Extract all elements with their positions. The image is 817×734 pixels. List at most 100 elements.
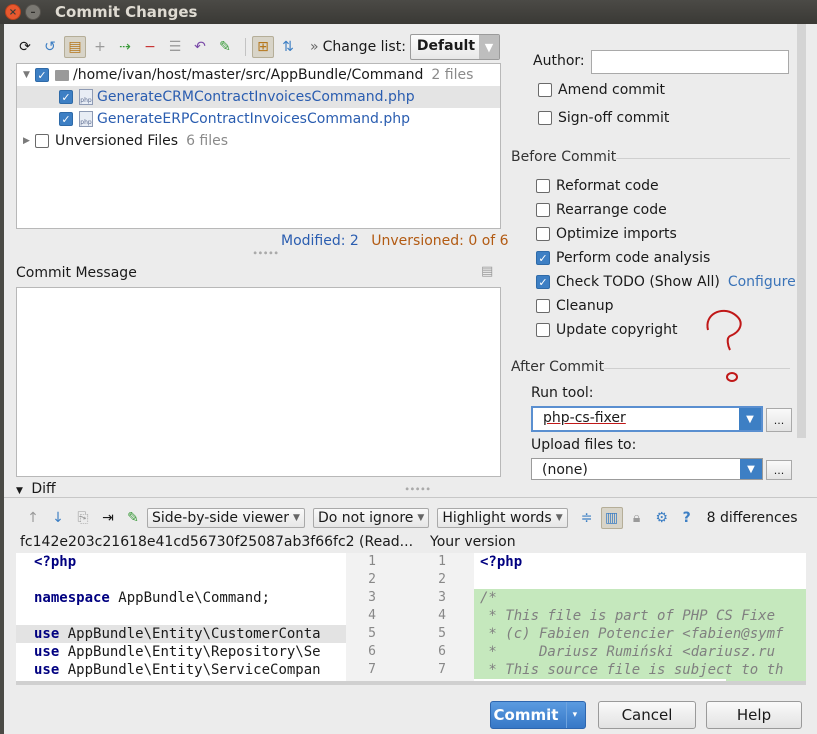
refresh-icon[interactable]: ⟳ (14, 36, 36, 58)
right-line-number: 5 (438, 626, 446, 641)
code-line: * This source file is subject to th (474, 661, 806, 679)
file-checkbox[interactable]: ✓ (59, 90, 73, 104)
amend-option[interactable]: Amend commit (538, 82, 665, 98)
highlight-dropdown[interactable]: Highlight words ▼ (437, 508, 568, 528)
upload-select[interactable]: (none) ▼ (531, 458, 763, 480)
check-todo-option[interactable]: ✓ Check TODO (Show All) Configure (536, 274, 796, 290)
viewer-dropdown[interactable]: Side-by-side viewer ▼ (147, 508, 305, 528)
commit-options-arrow[interactable]: ▾ (566, 702, 582, 728)
arrow-down-icon[interactable]: ↓ (47, 507, 69, 529)
reformat-checkbox[interactable] (536, 179, 550, 193)
copy-icon[interactable]: ⎘ (72, 507, 94, 529)
right-line-number: 6 (438, 644, 446, 659)
file-row[interactable]: ✓ php GenerateERPContractInvoicesCommand… (17, 108, 500, 130)
cleanup-label: Cleanup (556, 298, 614, 314)
left-revision: fc142e203c21618e41cd56730f25087ab3f66fc2… (20, 534, 414, 550)
arrow-up-icon[interactable]: ↑ (22, 507, 44, 529)
author-label: Author: (533, 53, 585, 69)
modified-count: Modified: 2 (281, 233, 359, 249)
code-line: * This file is part of PHP CS Fixe (474, 607, 806, 625)
collapse-triangle-icon[interactable]: ▶ (23, 136, 35, 146)
ignore-dropdown[interactable]: Do not ignore ▼ (312, 508, 430, 528)
optimize-imports-label: Optimize imports (556, 226, 677, 242)
rearrange-label: Rearrange code (556, 202, 667, 218)
minimize-window-button[interactable]: – (25, 4, 41, 20)
group-by-icon[interactable]: ▤ (64, 36, 86, 58)
splitter-grip[interactable]: ∙∙∙∙∙ (404, 484, 431, 495)
help-icon[interactable]: ? (676, 507, 698, 529)
signoff-option[interactable]: Sign-off commit (538, 110, 669, 126)
unversioned-checkbox[interactable] (35, 134, 49, 148)
left-editor[interactable]: <?php namespace AppBundle\Command; use A… (16, 553, 346, 681)
collapse-unchanged-icon[interactable]: ≑ (576, 507, 598, 529)
edit-icon[interactable]: ✎ (122, 507, 144, 529)
cleanup-option[interactable]: Cleanup (536, 298, 614, 314)
expand-triangle-icon[interactable]: ▼ (23, 70, 35, 80)
settings-icon[interactable]: ⚙ (651, 507, 673, 529)
splitter[interactable] (4, 497, 817, 498)
file-row[interactable]: ✓ php GenerateCRMContractInvoicesCommand… (17, 86, 500, 108)
expand-icon[interactable]: ⊞ (252, 36, 274, 58)
configure-link[interactable]: Configure (728, 274, 796, 290)
move-icon[interactable]: ⇢ (114, 36, 136, 58)
run-tool-browse-button[interactable]: ... (766, 408, 792, 432)
upload-browse-button[interactable]: ... (766, 460, 792, 480)
rearrange-option[interactable]: Rearrange code (536, 202, 667, 218)
cleanup-checkbox[interactable] (536, 299, 550, 313)
folder-checkbox[interactable]: ✓ (35, 68, 49, 82)
rollback-icon[interactable]: ↺ (39, 36, 61, 58)
add-icon[interactable]: + (89, 36, 111, 58)
chevron-down-icon: ▼ (555, 513, 563, 523)
diff-scrollbar[interactable] (16, 681, 806, 685)
commit-message-input[interactable] (16, 287, 501, 477)
changelist-select[interactable]: Default ▼ (409, 34, 500, 60)
sync-scroll-icon[interactable]: ▥ (600, 507, 623, 529)
run-tool-select[interactable]: php-cs-fixer ▼ (531, 406, 763, 432)
right-editor[interactable]: <?php /* * This file is part of PHP CS F… (474, 553, 806, 681)
reformat-label: Reformat code (556, 178, 659, 194)
rearrange-checkbox[interactable] (536, 203, 550, 217)
diff-icon[interactable]: ☰ (164, 36, 186, 58)
run-tool-value: php-cs-fixer (543, 410, 626, 426)
cancel-button[interactable]: Cancel (598, 701, 696, 729)
update-copyright-option[interactable]: Update copyright (536, 322, 677, 338)
change-summary: Modified: 2 Unversioned: 0 of 6 (281, 233, 509, 249)
undo-icon[interactable]: ↶ (189, 36, 211, 58)
chevron-down-icon: ▼ (739, 408, 761, 430)
reformat-option[interactable]: Reformat code (536, 178, 659, 194)
optimize-imports-option[interactable]: Optimize imports (536, 226, 677, 242)
folder-row[interactable]: ▼ ✓ /home/ivan/host/master/src/AppBundle… (17, 64, 500, 86)
changes-tree[interactable]: ▼ ✓ /home/ivan/host/master/src/AppBundle… (16, 63, 501, 229)
splitter-grip[interactable]: ∙∙∙∙∙ (252, 248, 279, 259)
ignore-value: Do not ignore (317, 510, 414, 526)
edit-icon[interactable]: ✎ (214, 36, 236, 58)
code-analysis-checkbox[interactable]: ✓ (536, 251, 550, 265)
file-checkbox[interactable]: ✓ (59, 112, 73, 126)
file-name: GenerateERPContractInvoicesCommand.php (97, 111, 411, 127)
message-history-icon[interactable]: ▤ (481, 264, 493, 279)
help-button[interactable]: Help (706, 701, 802, 729)
lock-icon[interactable]: 🔒︎ (626, 507, 648, 529)
close-window-button[interactable]: × (5, 4, 21, 20)
update-copyright-checkbox[interactable] (536, 323, 550, 337)
diff-header[interactable]: ▼ Diff (16, 481, 56, 497)
signoff-checkbox[interactable] (538, 111, 552, 125)
unversioned-row[interactable]: ▶ Unversioned Files 6 files (17, 130, 500, 152)
amend-checkbox[interactable] (538, 83, 552, 97)
jump-to-source-icon[interactable]: ⇥ (97, 507, 119, 529)
update-copyright-label: Update copyright (556, 322, 678, 338)
commit-button[interactable]: Commit ▾ (490, 701, 586, 729)
author-input[interactable] (591, 50, 789, 74)
check-todo-checkbox[interactable]: ✓ (536, 275, 550, 289)
options-scrollbar[interactable] (797, 24, 806, 438)
diff-viewer[interactable]: <?php namespace AppBundle\Command; use A… (16, 553, 806, 681)
more-chevron[interactable]: » (310, 39, 319, 55)
code-analysis-label: Perform code analysis (556, 250, 711, 266)
collapse-icon[interactable]: ⇅ (277, 36, 299, 58)
code-analysis-option[interactable]: ✓ Perform code analysis (536, 250, 710, 266)
remove-icon[interactable]: − (139, 36, 161, 58)
optimize-imports-checkbox[interactable] (536, 227, 550, 241)
handwritten-question-mark (706, 309, 742, 382)
